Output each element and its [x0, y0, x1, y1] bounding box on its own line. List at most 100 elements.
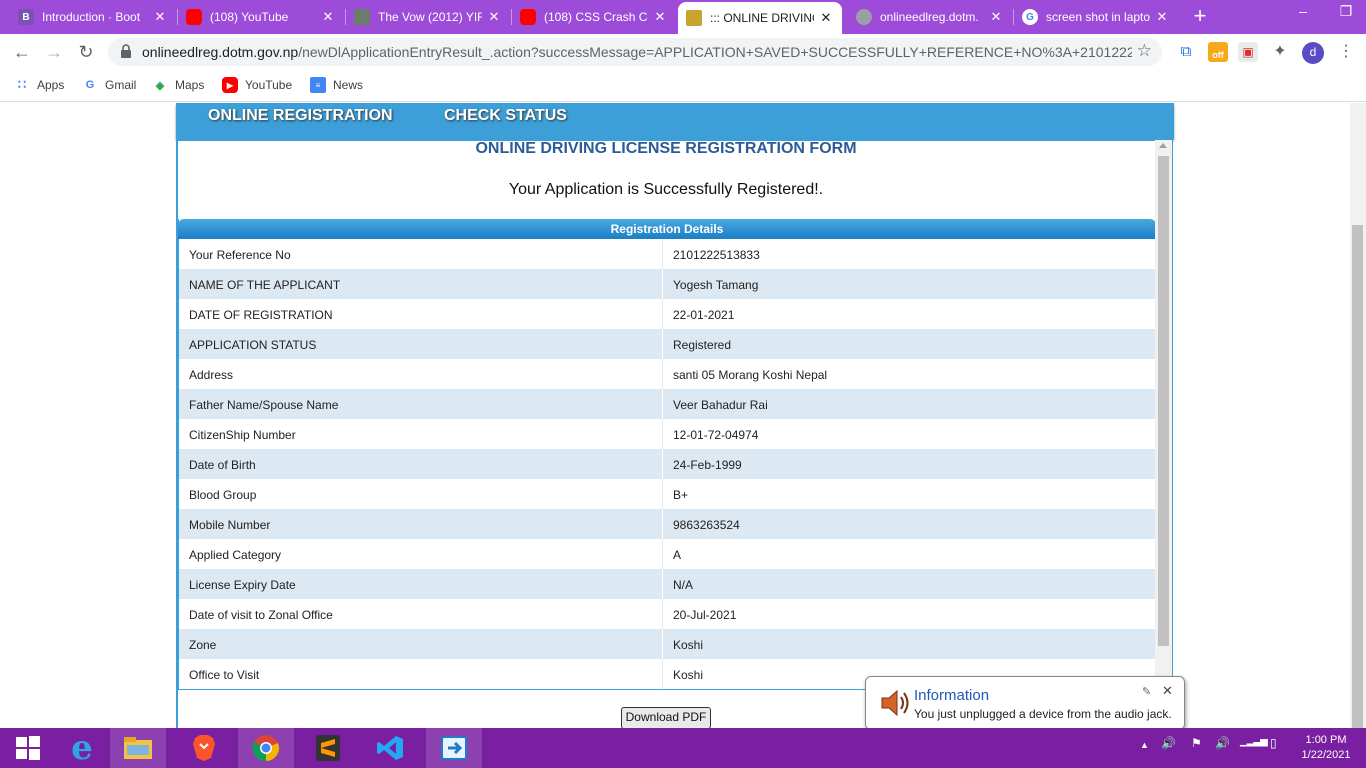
tab-1[interactable]: B Introduction · Boot ✕	[10, 0, 176, 34]
tab-close-icon[interactable]: ✕	[652, 9, 668, 25]
tab-7[interactable]: Gscreen shot in lapto ✕	[1014, 0, 1178, 34]
table-row: Zone Koshi	[179, 629, 1155, 659]
google-icon: G	[1022, 9, 1038, 25]
row-value: Koshi	[673, 668, 704, 682]
vscode-taskbar-icon[interactable]	[362, 728, 418, 768]
tab-5[interactable]: ::: ONLINE DRIVING ✕	[678, 2, 842, 34]
notification-close-icon[interactable]: ✕	[1162, 683, 1173, 699]
tab-close-icon[interactable]: ✕	[320, 9, 336, 25]
folder-icon	[124, 737, 152, 759]
bookmark-youtube[interactable]: ▶ YouTube	[222, 76, 292, 94]
form-scrollbar[interactable]	[1155, 140, 1172, 728]
color-picker-extension-icon[interactable]: ▣	[1238, 42, 1258, 62]
reload-button[interactable]: ↻	[74, 41, 98, 65]
bookmark-label: News	[333, 78, 364, 92]
profile-avatar[interactable]: d	[1302, 42, 1324, 64]
bookmark-maps[interactable]: ◆ Maps	[152, 76, 205, 94]
lock-icon	[120, 44, 134, 60]
brave-taskbar-icon[interactable]	[176, 728, 232, 768]
restore-button[interactable]: ❐	[1326, 0, 1366, 30]
row-label: Date of Birth	[189, 458, 256, 472]
row-label: Blood Group	[189, 488, 257, 502]
back-button[interactable]: ←	[10, 41, 34, 65]
table-row: APPLICATION STATUS Registered	[179, 329, 1155, 359]
row-label: Mobile Number	[189, 518, 271, 532]
column-divider	[662, 599, 663, 629]
address-bar[interactable]: onlineedlreg.dotm.gov.np/newDlApplicatio…	[108, 38, 1162, 66]
youtube-icon	[186, 9, 202, 25]
bookmark-star-icon[interactable]: ☆	[1137, 41, 1152, 61]
battery-icon[interactable]: ▯	[1270, 736, 1277, 750]
column-divider	[662, 419, 663, 449]
tab-2[interactable]: (108) YouTube ✕	[178, 0, 344, 34]
url-host: onlineedlreg.dotm.gov.np	[142, 44, 299, 60]
row-value: N/A	[673, 578, 694, 592]
sublime-text-taskbar-icon[interactable]	[300, 728, 356, 768]
column-divider	[662, 239, 663, 269]
menu-online-registration[interactable]: ONLINE REGISTRATION	[208, 107, 393, 125]
tab-close-icon[interactable]: ✕	[818, 10, 834, 26]
file-explorer-taskbar-icon[interactable]	[110, 728, 166, 768]
tab-3[interactable]: The Vow (2012) YIF ✕	[346, 0, 510, 34]
row-value: 2101222513833	[673, 248, 760, 262]
row-value: 22-01-2021	[673, 308, 735, 322]
minimize-button[interactable]: –	[1280, 0, 1326, 30]
new-tab-button[interactable]: +	[1190, 5, 1210, 27]
page-scrollbar[interactable]	[1350, 103, 1366, 737]
bookmark-apps[interactable]: ∷ Apps	[14, 76, 65, 94]
start-button[interactable]	[0, 728, 56, 768]
table-row: Date of Birth 24-Feb-1999	[179, 449, 1155, 479]
table-row: Blood Group B+	[179, 479, 1155, 509]
extensions-puzzle-icon[interactable]: ✦	[1270, 42, 1290, 62]
tab-close-icon[interactable]: ✕	[152, 9, 168, 25]
row-label: DATE OF REGISTRATION	[189, 308, 333, 322]
export-arrow-icon	[441, 736, 467, 760]
bookmark-label: YouTube	[245, 78, 293, 92]
column-divider	[662, 539, 663, 569]
tab-close-icon[interactable]: ✕	[1154, 9, 1170, 25]
forward-button[interactable]: →	[42, 41, 66, 65]
pin-icon[interactable]: ✎	[1142, 685, 1151, 698]
notification-message: You just unplugged a device from the aud…	[914, 707, 1172, 721]
dotm-flag-icon	[686, 10, 702, 26]
tray-overflow-chevron-icon[interactable]: ▲	[1140, 740, 1149, 750]
speaker-warning-icon[interactable]: 🔊	[1161, 736, 1176, 750]
action-center-flag-icon[interactable]: ⚑	[1191, 736, 1202, 750]
tab-close-icon[interactable]: ✕	[486, 9, 502, 25]
sublime-logo-icon	[316, 735, 340, 761]
tab-4[interactable]: (108) CSS Crash Co ✕	[512, 0, 676, 34]
taskbar-clock[interactable]: 1:00 PM 1/22/2021	[1292, 733, 1360, 763]
coupon-extension-icon[interactable]: off	[1208, 42, 1228, 62]
tab-title: Introduction · Boot	[42, 10, 141, 24]
column-divider	[662, 269, 663, 299]
network-signal-icon[interactable]: ▁▂▃▅	[1240, 736, 1268, 747]
audio-jack-notification[interactable]: Information You just unplugged a device …	[865, 676, 1185, 730]
site-menu-bar: ONLINE REGISTRATION CHECK STATUS	[176, 103, 1174, 139]
chrome-logo-icon	[252, 735, 279, 762]
column-divider	[662, 479, 663, 509]
app-taskbar-icon[interactable]	[426, 728, 482, 768]
bookmark-label: Apps	[37, 78, 65, 92]
url-text: onlineedlreg.dotm.gov.np/newDlApplicatio…	[142, 44, 1132, 60]
page-scrollbar-thumb[interactable]	[1352, 225, 1363, 737]
column-divider	[662, 509, 663, 539]
yify-icon	[354, 9, 370, 25]
volume-icon[interactable]: 🔊	[1215, 736, 1230, 750]
google-icon: G	[85, 79, 95, 91]
bookmark-gmail[interactable]: G Gmail	[82, 76, 137, 94]
youtube-icon: ▶	[222, 77, 238, 93]
url-path: /newDlApplicationEntryResult_.action?suc…	[298, 44, 1132, 60]
form-scrollbar-thumb[interactable]	[1158, 156, 1169, 646]
screen-capture-extension-icon[interactable]: ⧉	[1176, 42, 1196, 62]
internet-explorer-taskbar-icon[interactable]: e	[54, 728, 110, 768]
menu-kebab-icon[interactable]: ⋮	[1336, 42, 1356, 62]
download-pdf-button[interactable]: Download PDF	[621, 707, 711, 728]
column-divider	[662, 659, 663, 689]
menu-check-status[interactable]: CHECK STATUS	[444, 107, 567, 125]
chrome-taskbar-icon[interactable]	[238, 728, 294, 768]
tab-close-icon[interactable]: ✕	[988, 9, 1004, 25]
row-value: 24-Feb-1999	[673, 458, 742, 472]
scroll-up-arrow-icon[interactable]	[1159, 143, 1167, 148]
tab-6[interactable]: onlineedlreg.dotm. ✕	[848, 0, 1012, 34]
bookmark-news[interactable]: ≡ News	[310, 76, 363, 94]
